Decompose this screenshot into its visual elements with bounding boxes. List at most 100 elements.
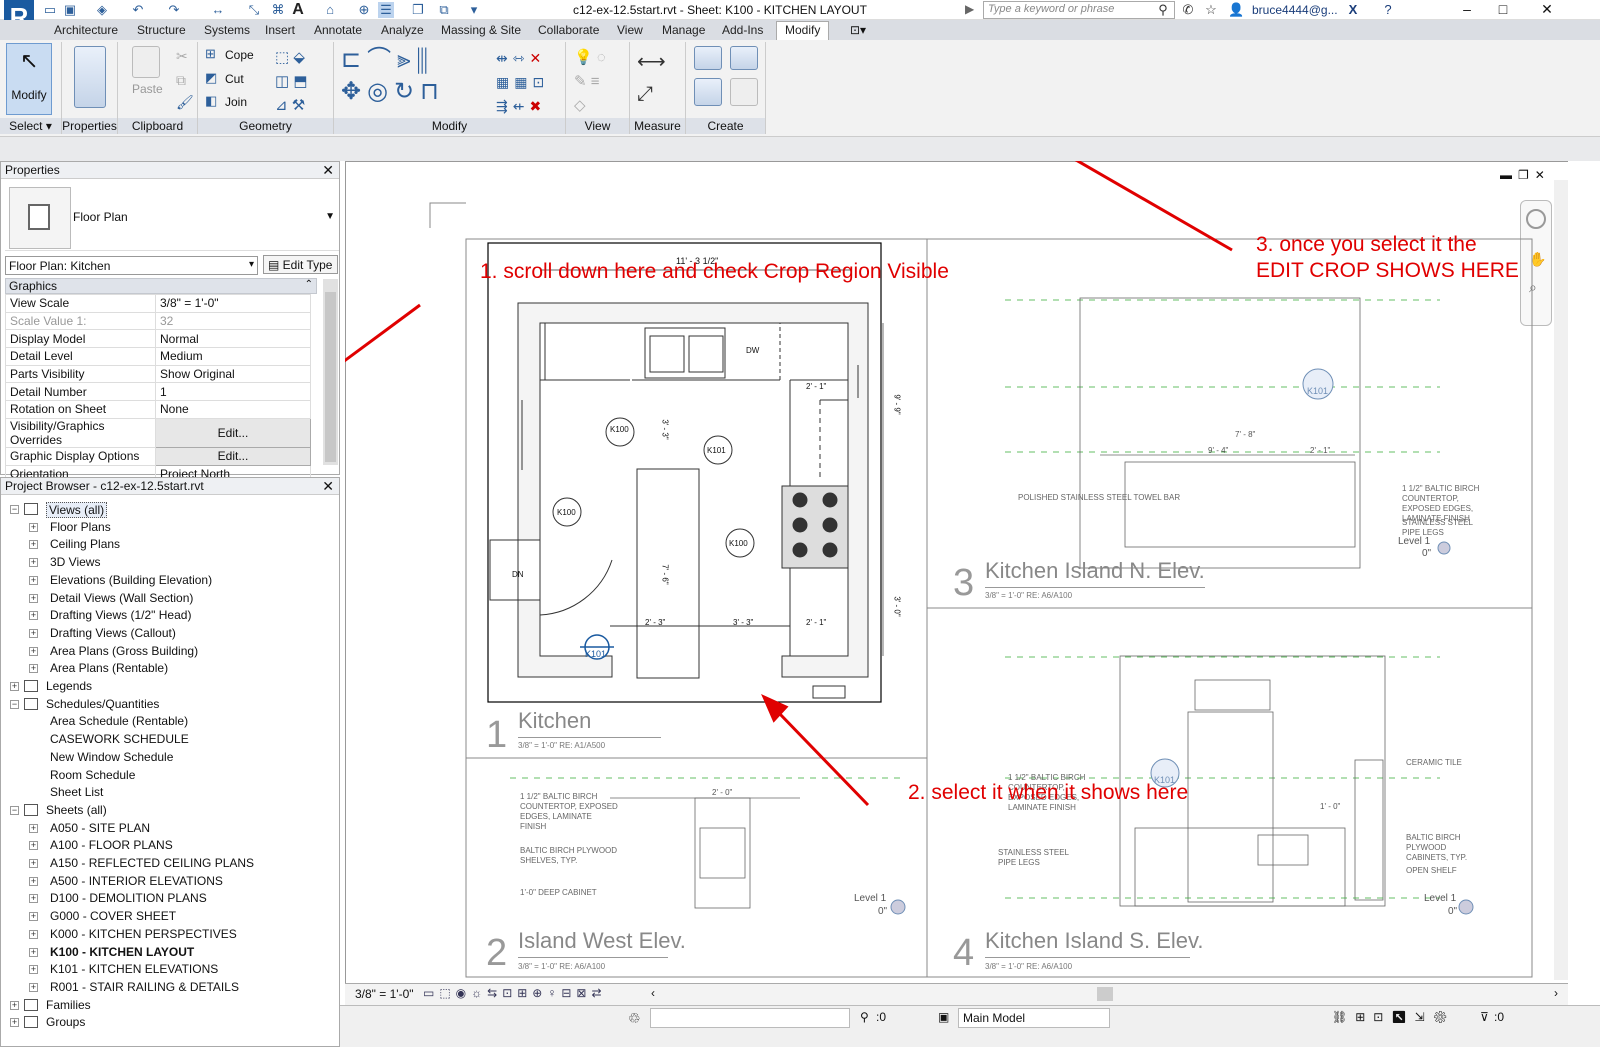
property-row[interactable]: Display Model Normal <box>5 329 311 349</box>
close-hidden-icon[interactable]: ❐ <box>410 2 426 18</box>
browser-item[interactable]: Area Schedule (Rentable) <box>50 714 188 728</box>
expand-icon[interactable]: + <box>29 859 38 868</box>
property-row[interactable]: Detail Number 1 <box>5 382 311 402</box>
expand-icon[interactable]: + <box>10 1018 19 1028</box>
tab-annotate[interactable]: Annotate <box>314 23 362 37</box>
browser-item[interactable]: Floor Plans <box>50 520 111 534</box>
expand-icon[interactable]: + <box>29 646 38 656</box>
help-icon[interactable]: ? <box>1380 2 1396 18</box>
browser-item[interactable]: Area Plans (Rentable) <box>50 661 168 675</box>
browser-item[interactable]: Views (all) <box>46 502 108 518</box>
view-scale-control[interactable]: 3/8" = 1'-0" <box>355 987 414 1001</box>
browser-item[interactable]: A500 - INTERIOR ELEVATIONS <box>50 874 223 888</box>
browser-item[interactable]: R001 - STAIR RAILING & DETAILS <box>50 980 239 994</box>
editable-only-icon[interactable]: ⚲ <box>860 1010 869 1024</box>
browser-item[interactable]: Drafting Views (Callout) <box>50 626 176 640</box>
graphics-group-header[interactable]: Graphics ⌃ <box>5 278 317 294</box>
save-icon[interactable]: ▣ <box>62 2 78 18</box>
view-tools-icons[interactable]: 💡 ◌ ✎ ≡ ◇ <box>574 46 606 118</box>
geometry-tools-icons[interactable]: ⬚ ⬙ ◫ ⬒ ⊿ ⚒ <box>275 46 308 118</box>
dimension-icon[interactable]: ⤡ <box>246 2 262 18</box>
view-control-icons[interactable]: ▭⬚◉☼⇆⊡⊞⊕♀⊟⊠⇄ <box>423 986 607 1000</box>
browser-item[interactable]: Groups <box>46 1015 85 1029</box>
design-option-icon[interactable]: ▣ <box>938 1010 949 1024</box>
select-panel-label[interactable]: Select ▾ <box>0 118 61 134</box>
browser-item[interactable]: New Window Schedule <box>50 750 173 764</box>
browser-item[interactable]: Room Schedule <box>50 768 135 782</box>
workset-select[interactable] <box>650 1008 850 1028</box>
expand-icon[interactable]: + <box>29 522 38 532</box>
vertical-scrollbar[interactable] <box>1554 180 1568 980</box>
expand-icon[interactable]: + <box>29 876 38 886</box>
scroll-left-icon[interactable]: ‹ <box>651 986 655 1000</box>
close-icon[interactable]: ✕ <box>322 478 334 495</box>
create-assembly-icon[interactable] <box>694 46 722 70</box>
selection-mode-icons[interactable]: ⛓⊞⊡↖⇲⚙ <box>1332 1010 1456 1024</box>
browser-item[interactable]: Area Plans (Gross Building) <box>50 644 198 658</box>
cut-clipboard-icon[interactable]: ✂ <box>176 48 188 65</box>
property-row[interactable]: Rotation on Sheet None <box>5 400 311 419</box>
create-similar-icon[interactable] <box>730 78 758 106</box>
measure-tools-icons[interactable]: ⟷ ⤢ <box>637 46 666 110</box>
properties-scroll-thumb[interactable] <box>325 292 336 462</box>
collapse-icon[interactable]: − <box>10 805 19 815</box>
property-value[interactable]: 1 <box>155 382 311 402</box>
expand-icon[interactable]: + <box>29 575 38 585</box>
property-row[interactable]: Graphic Display Options Edit... <box>5 446 311 466</box>
switch-windows-icon[interactable]: ⧉ <box>436 2 452 18</box>
filter-icon[interactable]: ⊽ <box>1480 1010 1489 1024</box>
collapse-icon[interactable]: − <box>10 699 19 709</box>
create-group-icon[interactable] <box>694 78 722 106</box>
minimize-button[interactable]: – <box>1450 0 1484 20</box>
expand-icon[interactable]: + <box>29 558 38 568</box>
tab-insert[interactable]: Insert <box>265 23 295 37</box>
browser-item[interactable]: Legends <box>46 679 92 693</box>
expand-icon[interactable]: + <box>10 682 19 691</box>
exchange-apps-icon[interactable]: X <box>1345 2 1361 18</box>
expand-icon[interactable]: + <box>29 965 38 975</box>
tab-manage[interactable]: Manage <box>662 23 705 37</box>
browser-item[interactable]: Families <box>46 998 91 1012</box>
design-option-select[interactable]: Main Model <box>958 1008 1110 1028</box>
worksets-icon[interactable]: ♲ <box>628 1010 641 1027</box>
graphic-display-edit-button[interactable]: Edit... <box>155 446 311 466</box>
user-icon[interactable]: 👤 <box>1228 2 1244 18</box>
3d-view-icon[interactable]: ⌂ <box>322 2 338 18</box>
expand-icon[interactable]: + <box>29 593 38 603</box>
copy-clipboard-icon[interactable]: ⧉ <box>176 72 186 89</box>
browser-item[interactable]: Elevations (Building Elevation) <box>50 573 212 587</box>
expand-icon[interactable]: + <box>29 628 38 638</box>
sync-icon[interactable]: ◈ <box>94 2 110 18</box>
property-row[interactable]: View Scale 3/8" = 1'-0" <box>5 294 311 313</box>
browser-item[interactable]: Ceiling Plans <box>50 537 120 551</box>
edit-type-button[interactable]: ▤ Edit Type <box>263 255 338 274</box>
user-account-label[interactable]: bruce4444@g... <box>1252 3 1338 17</box>
open-icon[interactable]: ▭ <box>42 2 58 18</box>
property-value[interactable]: 3/8" = 1'-0" <box>155 294 311 313</box>
search-input[interactable]: Type a keyword or phrase <box>983 1 1175 19</box>
property-value[interactable]: Show Original <box>155 364 311 384</box>
collapse-icon[interactable]: − <box>10 505 19 514</box>
browser-item[interactable]: Schedules/Quantities <box>46 697 159 711</box>
properties-icon[interactable] <box>74 46 106 108</box>
modify-small-tools-icons[interactable]: ⇹⇿✕ ▦▦⊡ ⇶⇷✖ <box>496 46 549 118</box>
tab-view[interactable]: View <box>617 23 643 37</box>
expand-icon[interactable]: + <box>29 841 38 851</box>
close-button[interactable]: ✕ <box>1530 0 1564 20</box>
tab-analyze[interactable]: Analyze <box>381 23 424 37</box>
tab-collaborate[interactable]: Collaborate <box>538 23 599 37</box>
expand-icon[interactable]: + <box>29 929 38 939</box>
expand-icon[interactable]: + <box>29 894 38 904</box>
scroll-right-icon[interactable]: › <box>1554 986 1558 1000</box>
binoculars-icon[interactable]: ⚲ <box>1155 2 1171 18</box>
browser-item[interactable]: G000 - COVER SHEET <box>50 909 176 923</box>
cut-button[interactable]: Cut <box>225 72 244 86</box>
expand-icon[interactable]: + <box>29 982 38 992</box>
close-icon[interactable]: ✕ <box>322 162 334 179</box>
browser-item[interactable]: D100 - DEMOLITION PLANS <box>50 891 207 905</box>
browser-item[interactable]: A100 - FLOOR PLANS <box>50 838 173 852</box>
browser-item[interactable]: Sheets (all) <box>46 803 107 817</box>
expand-icon[interactable]: + <box>29 540 38 550</box>
properties-panel-label[interactable]: Properties <box>62 118 117 134</box>
paste-button[interactable]: Paste <box>132 82 163 96</box>
